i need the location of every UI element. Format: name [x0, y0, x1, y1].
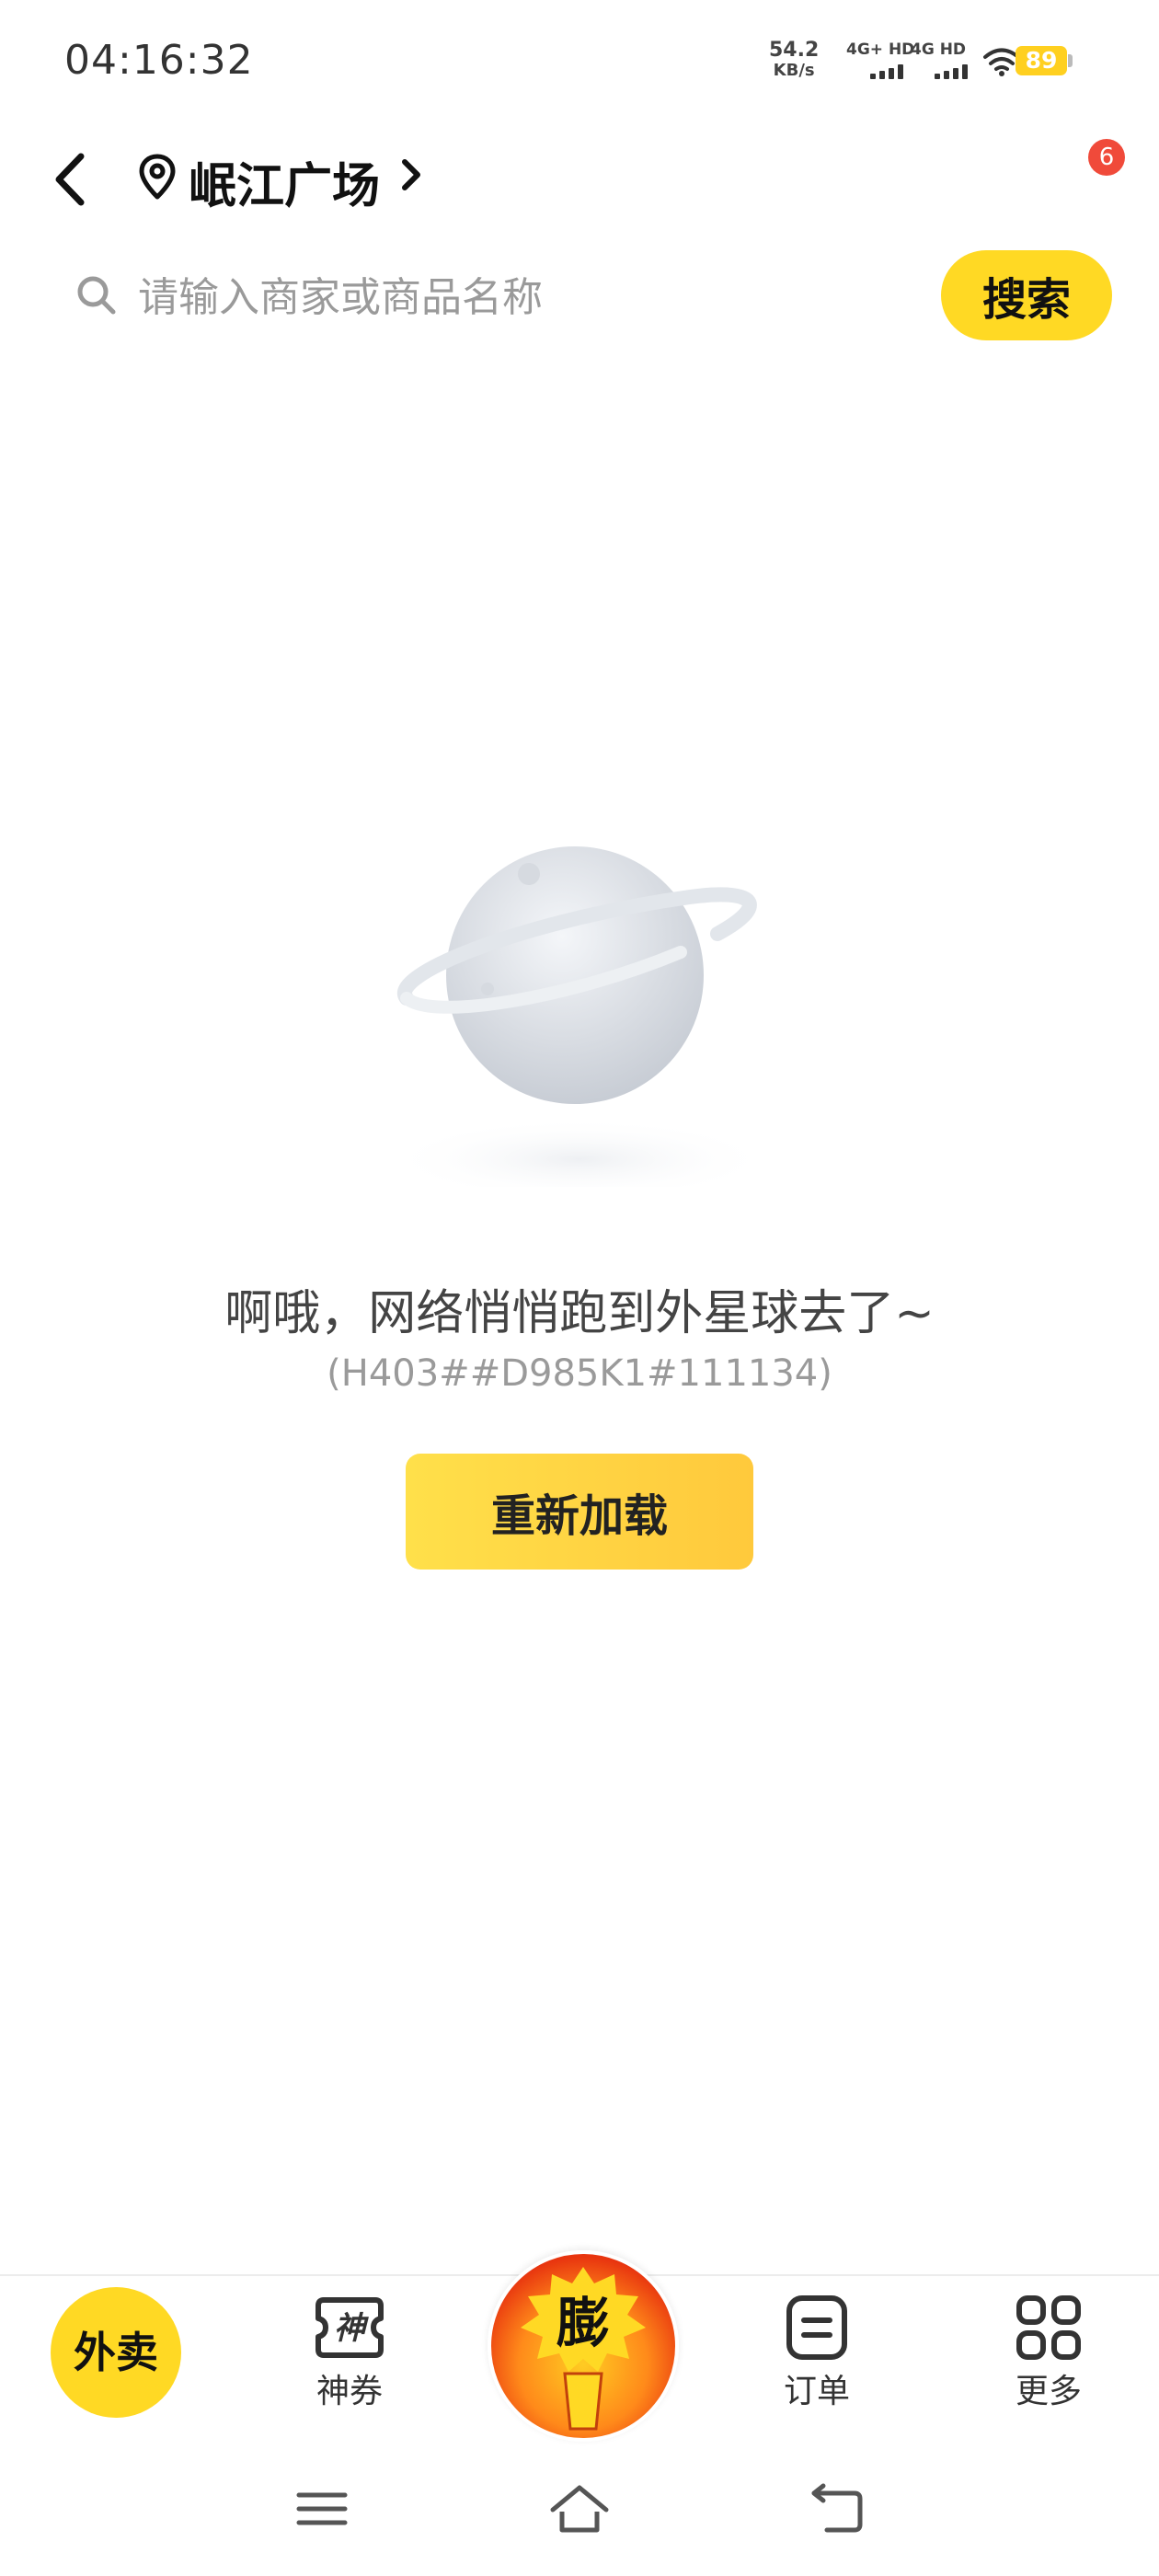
- sim2-label: 4G HD: [911, 40, 967, 59]
- svg-text:神: 神: [334, 2310, 369, 2347]
- grid-icon: [1016, 2295, 1081, 2360]
- nav-order-label: 订单: [783, 2373, 850, 2410]
- error-title: 啊哦，网络悄悄跑到外星球去了~: [224, 1286, 935, 1341]
- sim1-label: 4G+ HD: [846, 40, 915, 59]
- nav-coupon-label: 神券: [316, 2373, 383, 2410]
- nav-coupon[interactable]: 神 神券: [276, 2291, 423, 2412]
- menu-icon[interactable]: [290, 2477, 354, 2541]
- location-name[interactable]: 岷江广场: [189, 147, 380, 216]
- search-input[interactable]: [138, 265, 874, 329]
- cup-icon: [563, 2372, 603, 2431]
- status-time: 04:16:32: [64, 37, 254, 84]
- search-icon: [77, 276, 116, 315]
- planet-illustration: [386, 846, 773, 1187]
- search-button[interactable]: 搜索: [941, 250, 1112, 340]
- back-icon[interactable]: [46, 147, 101, 212]
- message-badge[interactable]: 6: [1088, 139, 1125, 176]
- nav-more-label: 更多: [1015, 2373, 1082, 2410]
- order-icon: [786, 2295, 847, 2360]
- battery-icon: 89: [1016, 46, 1067, 75]
- error-code: (H403##D985K1#111134): [327, 1352, 832, 1395]
- net-speed: 54.2 KB/s: [769, 40, 819, 81]
- net-speed-value: 54.2: [769, 39, 820, 62]
- coupon-icon: 神: [316, 2297, 384, 2358]
- location-pin-icon: [139, 154, 176, 200]
- chevron-right-icon[interactable]: [397, 156, 425, 193]
- net-speed-unit: KB/s: [773, 61, 815, 80]
- reload-button[interactable]: 重新加载: [406, 1454, 753, 1570]
- back-nav-icon[interactable]: [805, 2477, 869, 2541]
- nav-more[interactable]: 更多: [975, 2291, 1122, 2412]
- home-icon[interactable]: [547, 2477, 612, 2541]
- sim1-signal-icon: 4G+ HD: [846, 40, 915, 81]
- promo-center-label: 膨: [556, 2292, 610, 2354]
- nav-promo-center[interactable]: 膨: [488, 2250, 679, 2442]
- sim2-signal-icon: 4G HD: [911, 40, 970, 81]
- battery-tip: [1068, 54, 1073, 67]
- nav-order[interactable]: 订单: [743, 2291, 890, 2412]
- nav-waimai[interactable]: 外卖: [51, 2287, 181, 2418]
